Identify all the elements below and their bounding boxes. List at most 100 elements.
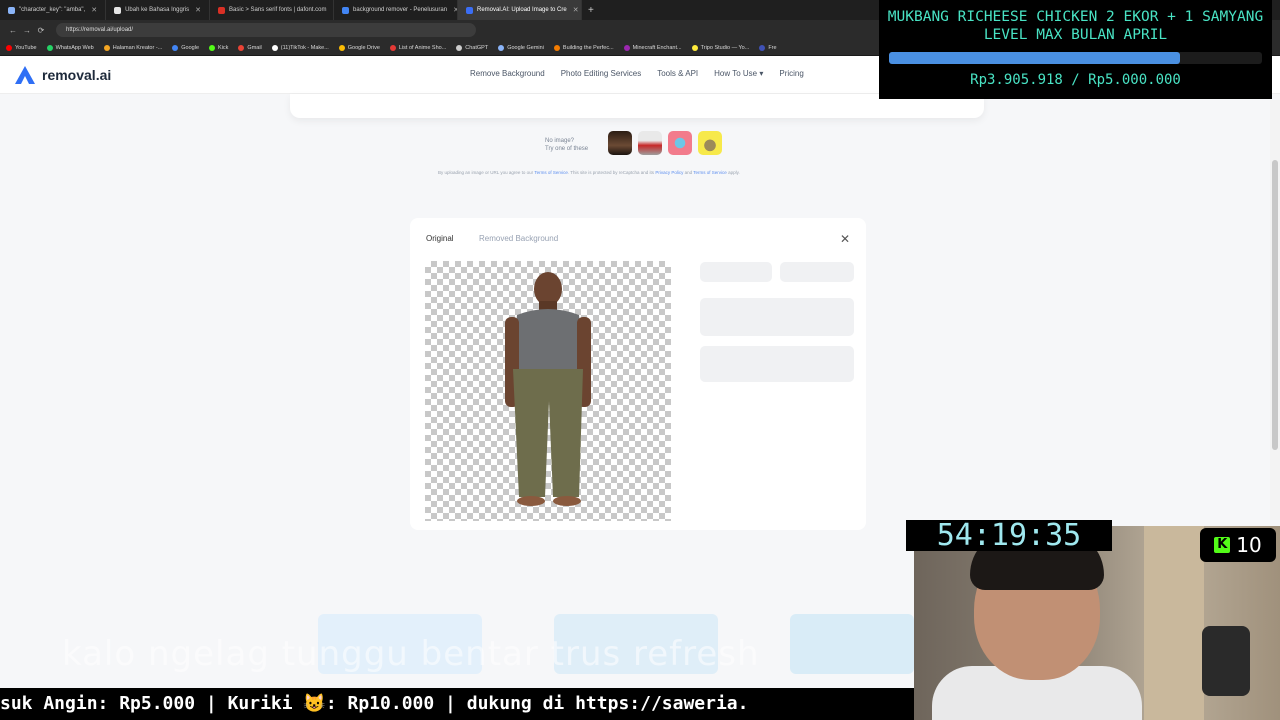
sample-prompt: No image? Try one of these — [545, 137, 588, 153]
bookmark-item[interactable]: (11)TikTok - Make... — [271, 44, 329, 51]
tab-favicon-icon — [218, 6, 226, 14]
nav-remove-background[interactable]: Remove Background — [470, 69, 545, 78]
skeleton-block-1 — [700, 298, 854, 336]
goal-amount: Rp3.905.918 / Rp5.000.000 — [970, 72, 1181, 88]
goal-progress-bar — [889, 52, 1262, 64]
bookmark-label: Google — [181, 44, 200, 51]
bookmark-label: WhatsApp Web — [55, 44, 94, 51]
nav-tools-api[interactable]: Tools & API — [657, 69, 698, 78]
tab-original[interactable]: Original — [426, 234, 454, 243]
terms-link-2[interactable]: Terms of Service — [693, 170, 727, 175]
sample-image-camera[interactable] — [668, 131, 692, 155]
skeleton-block-2 — [700, 346, 854, 382]
bookmark-icon — [691, 44, 698, 51]
bookmark-label: YouTube — [15, 44, 37, 51]
bookmark-icon — [389, 44, 396, 51]
browser-tab-active[interactable]: Removal.AI: Upload Image to Cre ✕ — [458, 0, 583, 20]
person-cutout-image — [505, 272, 591, 506]
bookmark-label: Building the Perfec... — [562, 44, 614, 51]
reload-icon[interactable]: ⟳ — [34, 26, 48, 35]
bookmark-label: Gmail — [247, 44, 262, 51]
bookmark-label: Google Drive — [347, 44, 380, 51]
sample-image-animal[interactable] — [698, 131, 722, 155]
bookmark-item[interactable]: Google — [172, 44, 200, 51]
ticker-text: suk Angin: Rp5.000 | Kuriki 😺: Rp10.000 … — [0, 693, 749, 714]
bookmark-label: List of Anime Sho... — [398, 44, 447, 51]
terms-link[interactable]: Terms of Service — [534, 170, 568, 175]
bookmark-label: Google Gemini — [507, 44, 544, 51]
bookmark-icon — [456, 44, 463, 51]
bookmark-label: Tripo Studio — Yo... — [700, 44, 750, 51]
tab-favicon-icon — [8, 6, 15, 14]
removal-ai-logo-icon — [15, 66, 35, 84]
goal-title: MUKBANG RICHEESE CHICKEN 2 EKOR + 1 SAMY… — [887, 9, 1264, 43]
kick-logo-icon: K — [1214, 537, 1231, 553]
bookmark-item[interactable]: ChatGPT — [456, 44, 488, 51]
bookmark-icon — [103, 44, 110, 51]
bookmark-icon — [623, 44, 630, 51]
legal-notice: By uploading an image or URL you agree t… — [438, 170, 858, 175]
tab-favicon-icon — [342, 6, 350, 14]
main-nav: Remove Background Photo Editing Services… — [470, 69, 804, 78]
nav-how-to-use[interactable]: How To Use ▾ — [714, 69, 763, 78]
browser-tab[interactable]: background remover - Penelusuran ✕ — [334, 0, 459, 20]
nav-pricing[interactable]: Pricing — [779, 69, 803, 78]
tab-favicon-icon — [466, 6, 474, 14]
scrollbar-thumb[interactable] — [1272, 160, 1278, 450]
bookmark-item[interactable]: Google Drive — [338, 44, 380, 51]
bookmark-icon — [209, 44, 216, 51]
new-tab-icon[interactable]: + — [582, 5, 600, 16]
tab-removed-background[interactable]: Removed Background — [479, 234, 558, 243]
privacy-link[interactable]: Privacy Policy — [655, 170, 683, 175]
bookmark-icon — [6, 44, 12, 51]
bookmark-icon — [46, 44, 53, 51]
bookmark-item[interactable]: List of Anime Sho... — [389, 44, 447, 51]
bookmark-item[interactable]: YouTube — [6, 44, 37, 51]
nav-photo-editing[interactable]: Photo Editing Services — [561, 69, 642, 78]
bookmark-icon — [238, 44, 245, 51]
browser-tab[interactable]: Basic > Sans serif fonts | dafont.com ✕ — [210, 0, 335, 20]
bookmark-item[interactable]: Minecraft Enchant... — [623, 44, 682, 51]
sample-image-person[interactable] — [608, 131, 632, 155]
tab-close-icon[interactable]: ✕ — [85, 6, 97, 14]
sample-image-car[interactable] — [638, 131, 662, 155]
bookmark-item[interactable]: Halaman Kreator -... — [103, 44, 163, 51]
browser-tab[interactable]: Ubah ke Bahasa Inggris ✕ — [106, 0, 211, 20]
donation-goal-widget: MUKBANG RICHEESE CHICKEN 2 EKOR + 1 SAMY… — [879, 0, 1272, 99]
bookmark-item[interactable]: Tripo Studio — Yo... — [691, 44, 750, 51]
skeleton-button-2 — [780, 262, 854, 282]
skeleton-button-1 — [700, 262, 772, 282]
legal-suffix: apply. — [728, 170, 740, 175]
bookmark-item[interactable]: Kick — [209, 44, 229, 51]
bookmark-item[interactable]: WhatsApp Web — [46, 44, 94, 51]
tab-close-icon[interactable]: ✕ — [189, 6, 201, 14]
bookmark-item[interactable]: Google Gemini — [498, 44, 544, 51]
browser-tab[interactable]: "character_key": "amba", ✕ — [0, 0, 107, 20]
bookmark-icon — [553, 44, 560, 51]
close-icon[interactable]: ✕ — [840, 232, 850, 246]
viewer-count: 10 — [1236, 533, 1262, 557]
bookmark-label: Kick — [218, 44, 229, 51]
stream-caption: kalo ngelag tunggu bentar trus refresh — [62, 634, 760, 674]
legal-prefix: By uploading an image or URL you agree t… — [438, 170, 534, 175]
url-input[interactable]: https://removal.ai/upload/ — [56, 23, 476, 37]
bookmark-label: Minecraft Enchant... — [632, 44, 682, 51]
sample-prompt-line2: Try one of these — [545, 146, 589, 152]
tab-close-icon[interactable]: ✕ — [326, 6, 333, 14]
tab-close-icon[interactable]: ✕ — [567, 6, 579, 14]
site-logo[interactable]: removal.ai — [14, 65, 111, 85]
legal-and: and — [684, 170, 693, 175]
bookmark-item[interactable]: Fre — [759, 44, 777, 51]
tab-favicon-icon — [114, 6, 122, 14]
bookmark-icon — [338, 44, 345, 51]
bookmark-item[interactable]: Gmail — [238, 44, 262, 51]
tab-title: Removal.AI: Upload Image to Cre — [477, 7, 567, 13]
legal-mid: . This site is protected by reCaptcha an… — [567, 170, 655, 175]
bookmark-icon — [271, 44, 278, 51]
tab-title: Ubah ke Bahasa Inggris — [125, 7, 190, 13]
forward-arrow-icon[interactable]: → — [20, 26, 34, 35]
back-arrow-icon[interactable]: ← — [6, 26, 20, 35]
bookmark-label: Halaman Kreator -... — [112, 44, 163, 51]
bookmark-item[interactable]: Building the Perfec... — [553, 44, 614, 51]
tab-close-icon[interactable]: ✕ — [447, 6, 457, 14]
